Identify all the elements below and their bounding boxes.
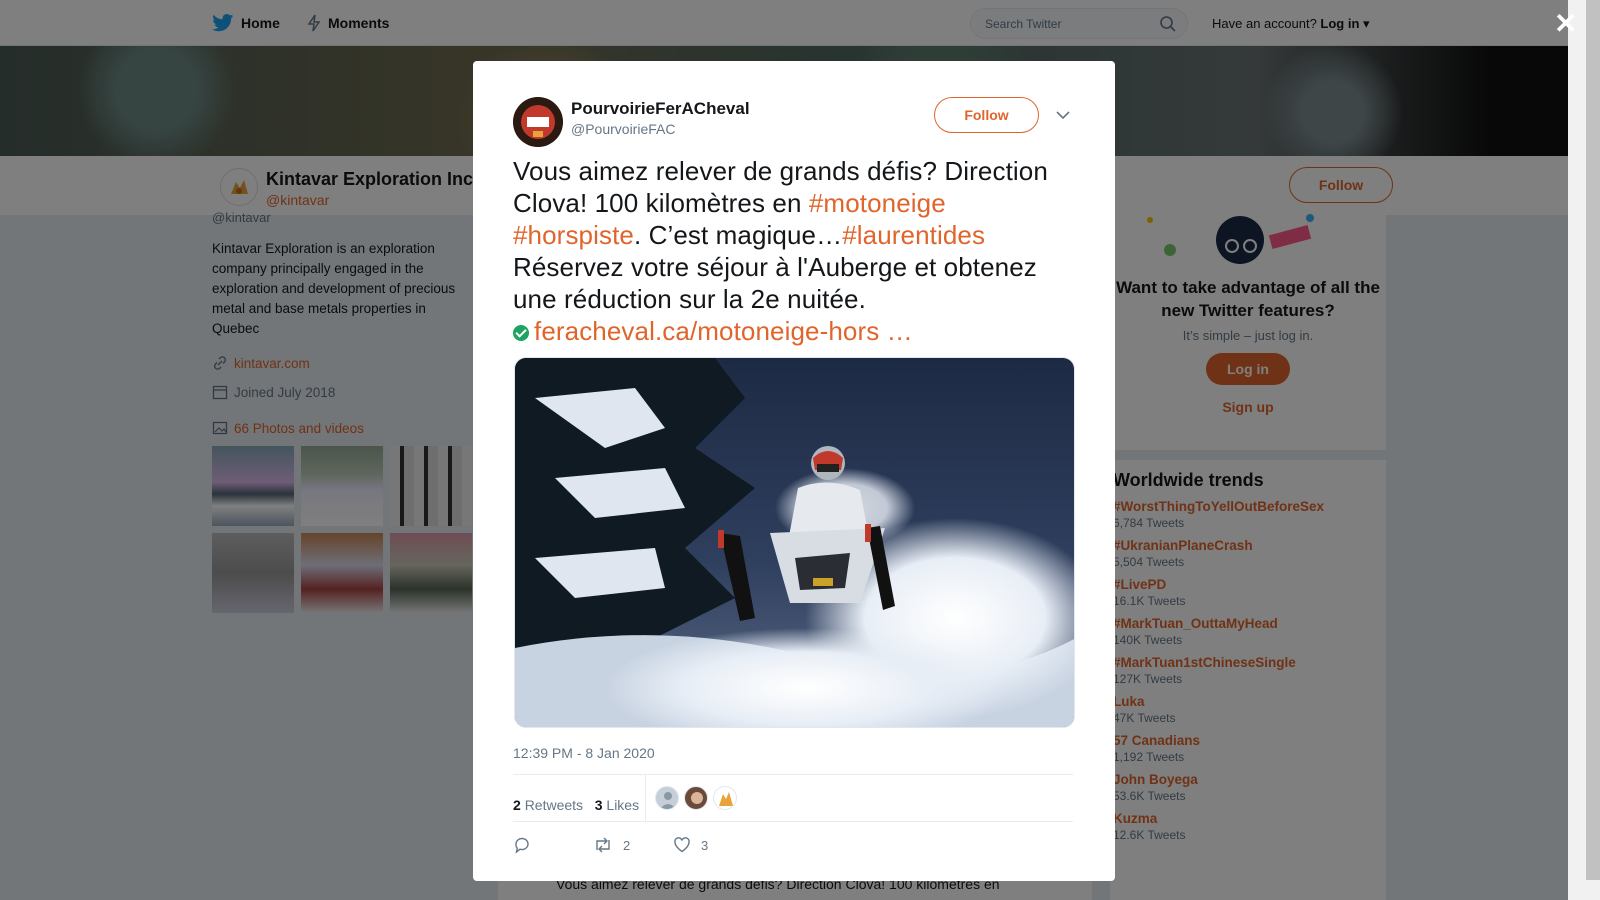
reply-icon [515, 837, 529, 854]
likes-count: 3 [594, 797, 603, 813]
hashtag-link[interactable]: #motoneige [809, 188, 946, 218]
liker-avatars [655, 786, 737, 810]
heart-icon [674, 837, 690, 853]
avatar[interactable] [655, 786, 679, 810]
likes-label: Likes [606, 797, 640, 813]
retweets-count: 2 [513, 797, 521, 813]
tweet-photo[interactable] [514, 357, 1075, 728]
tweet-url-link[interactable]: feracheval.ca/motoneige-hors … [534, 316, 913, 346]
scrollbar-thumb[interactable] [1586, 0, 1600, 880]
author-handle[interactable]: @PourvoirieFAC [571, 121, 675, 137]
author-follow-button[interactable]: Follow [934, 97, 1039, 133]
retweet-icon [596, 837, 610, 853]
author-name[interactable]: PourvoirieFerACheval [571, 99, 750, 119]
like-button[interactable]: 3 [673, 836, 708, 854]
retweets-label: Retweets [524, 797, 584, 813]
hashtag-link[interactable]: #laurentides [842, 220, 985, 250]
tweet-actions: 2 3 [513, 836, 1073, 860]
tweet-text: Vous aimez relever de grands défis? Dire… [513, 155, 1073, 347]
retweet-count: 2 [623, 837, 631, 853]
divider [645, 775, 646, 821]
divider [513, 774, 1073, 775]
snowmobile-photo [515, 358, 1074, 727]
avatar[interactable] [684, 786, 708, 810]
feracheval-logo-icon [513, 97, 563, 147]
chevron-down-icon[interactable] [1056, 107, 1070, 125]
retweets-stat[interactable]: 2 Retweets [513, 797, 583, 813]
tweet-modal: PourvoirieFerACheval @PourvoirieFAC Foll… [473, 61, 1115, 881]
tweet-timestamp[interactable]: 12:39 PM - 8 Jan 2020 [513, 745, 655, 761]
likes-stat[interactable]: 3 Likes [595, 797, 639, 813]
tweet-text-part: Réservez votre séjour à l'Auberge et obt… [513, 252, 1037, 314]
tweet-text-part: Vous aimez relever de grands défis? Dire… [513, 156, 1048, 218]
tweet-stats: 2 Retweets 3 Likes [513, 797, 639, 813]
author-avatar[interactable] [513, 97, 563, 147]
check-icon [513, 325, 529, 341]
divider [513, 821, 1073, 822]
reply-button[interactable] [513, 836, 531, 854]
retweet-button[interactable]: 2 [593, 836, 630, 854]
hashtag-link[interactable]: #horspiste [513, 220, 634, 250]
like-count: 3 [701, 837, 709, 853]
close-icon[interactable]: ✕ [1554, 10, 1577, 38]
tweet-text-part: . C’est magique… [633, 220, 843, 250]
avatar[interactable] [713, 786, 737, 810]
